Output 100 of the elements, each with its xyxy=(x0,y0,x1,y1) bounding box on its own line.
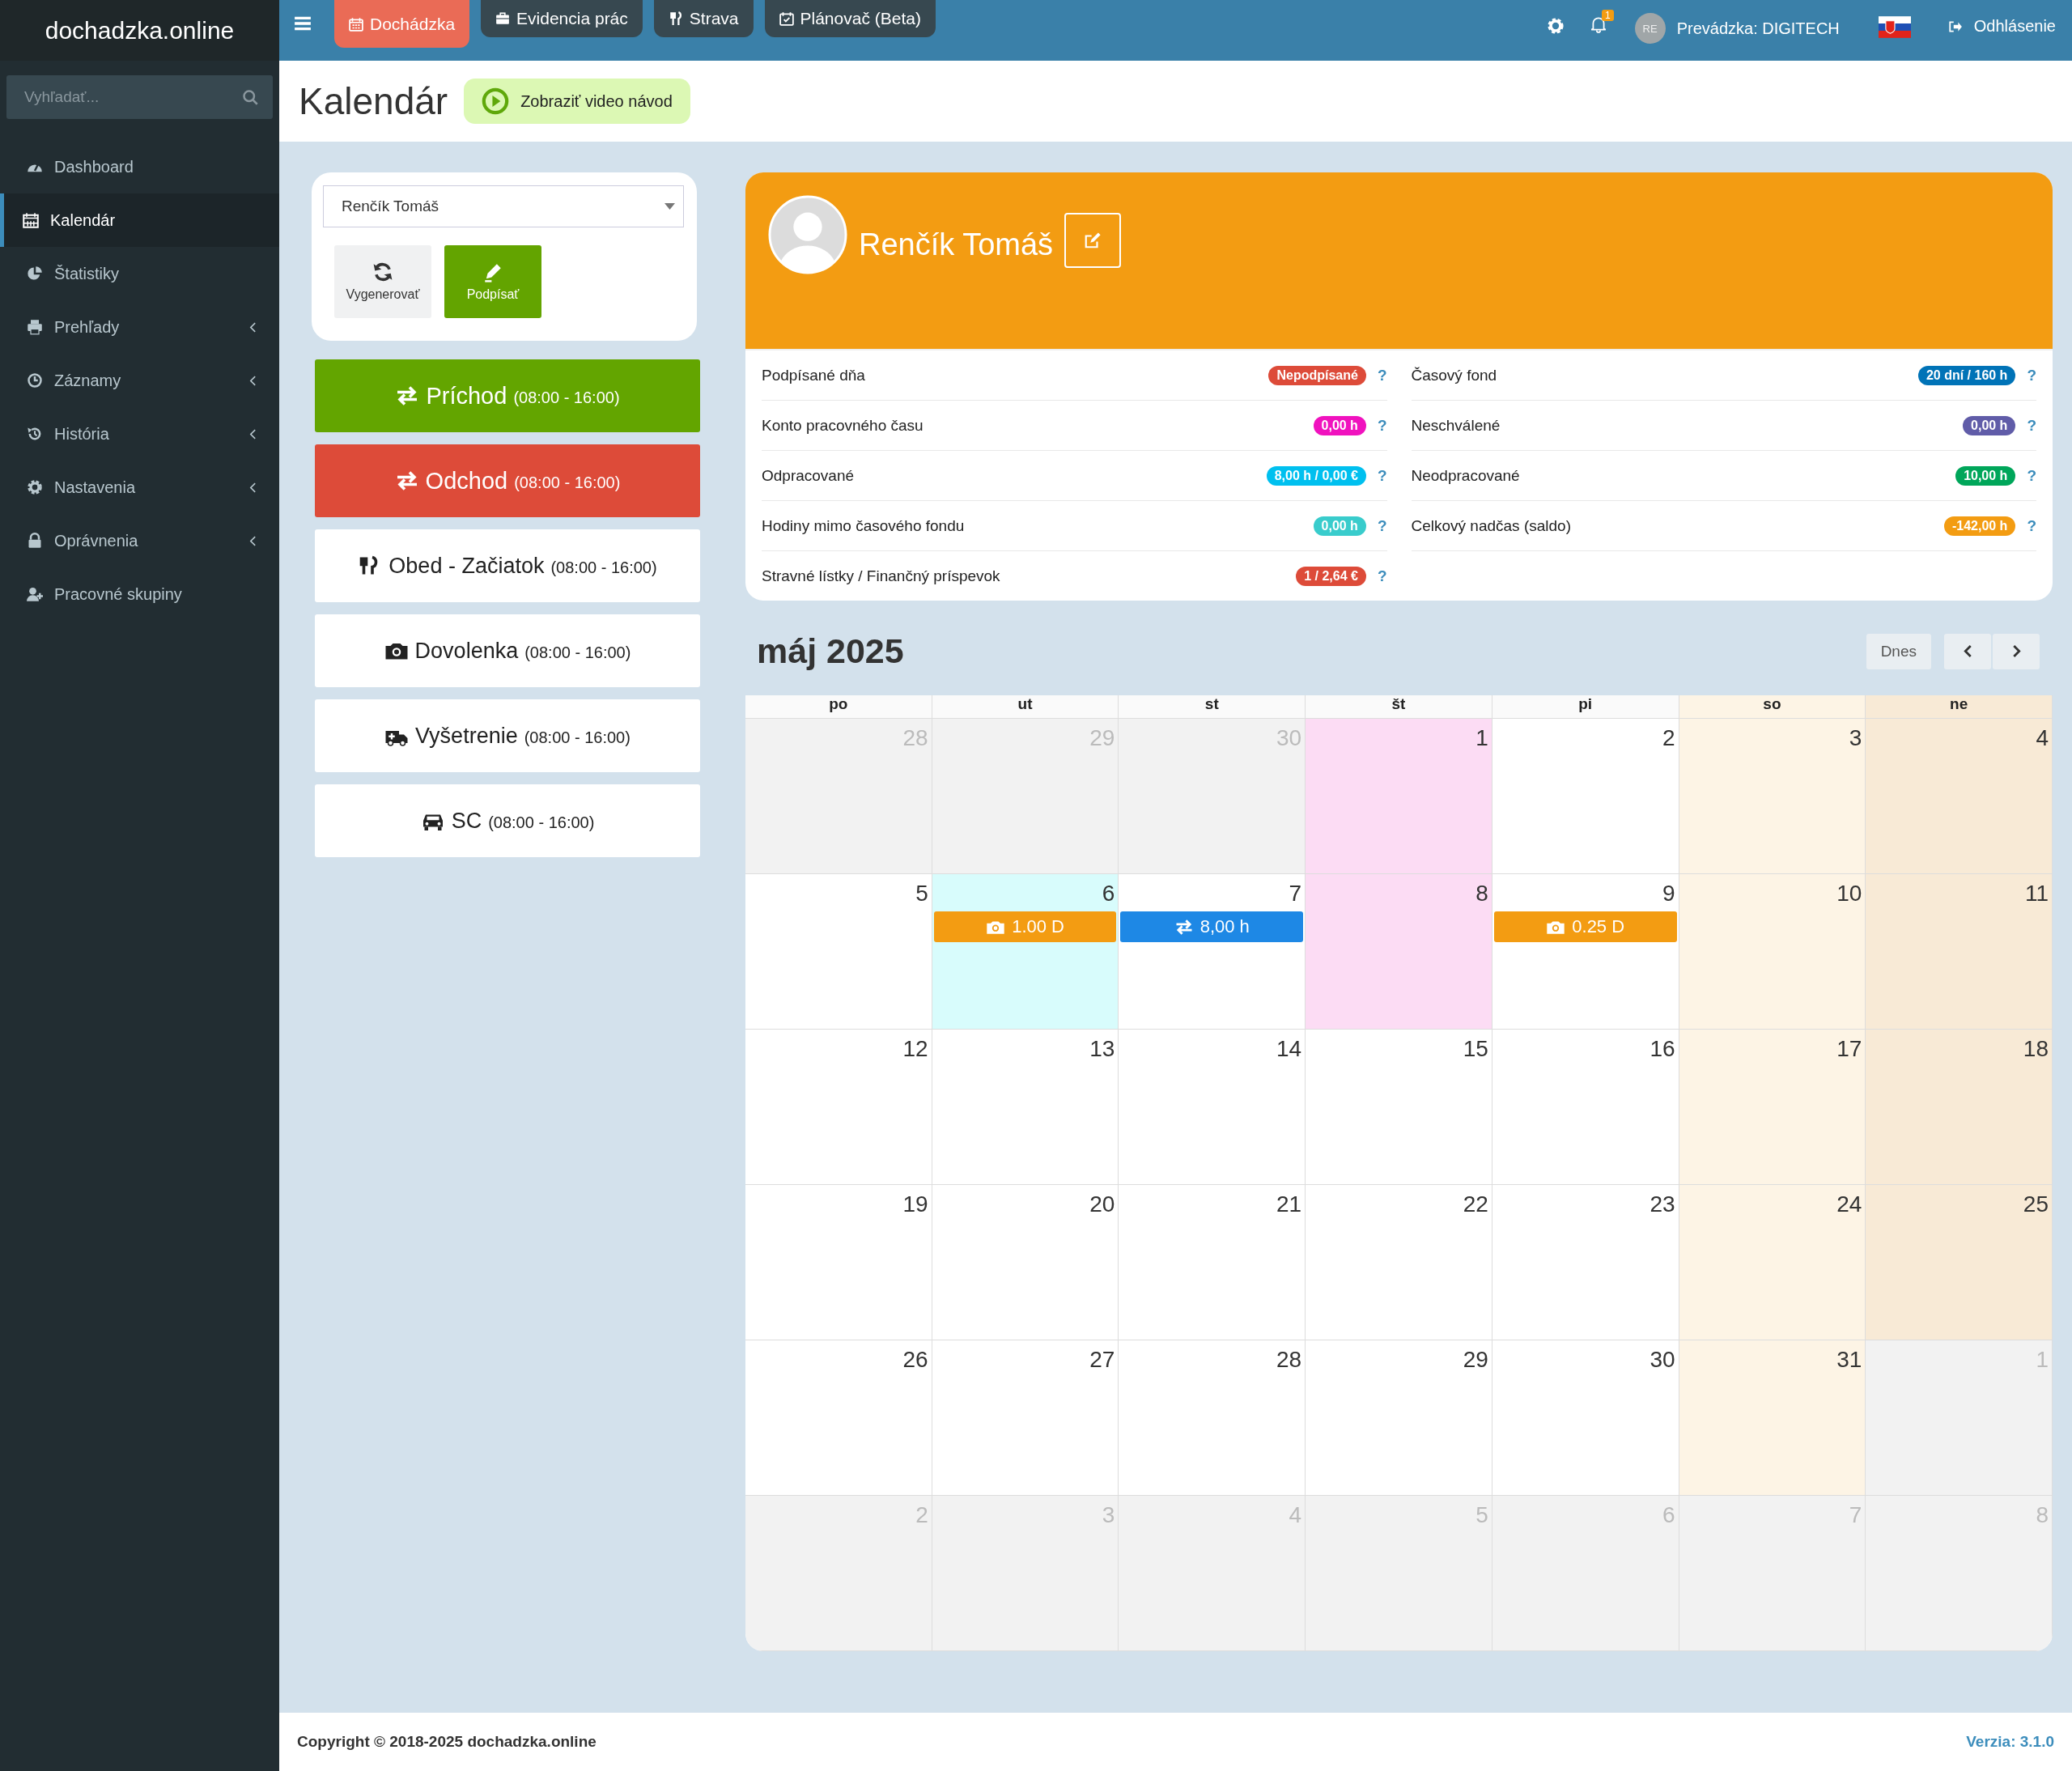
day-cell[interactable]: 30 xyxy=(1492,1340,1679,1496)
day-cell[interactable]: 22 xyxy=(1306,1185,1492,1340)
help-link[interactable]: ? xyxy=(2027,516,2036,535)
day-cell[interactable]: 8 xyxy=(1306,874,1492,1030)
day-cell[interactable]: 19 xyxy=(745,1185,932,1340)
day-cell[interactable]: 21 xyxy=(1119,1185,1306,1340)
caret-down-icon xyxy=(664,203,675,210)
day-number: 16 xyxy=(1650,1036,1676,1062)
workplace-label[interactable]: Prevádzka: DIGITECH xyxy=(1676,19,1840,38)
day-cell[interactable]: 2 xyxy=(1492,719,1679,874)
employee-select[interactable]: Renčík Tomáš xyxy=(323,185,684,227)
day-cell[interactable]: 12 xyxy=(745,1030,932,1185)
day-number: 3 xyxy=(1849,725,1863,751)
day-cell[interactable]: 11 xyxy=(1866,874,2053,1030)
logout-button[interactable]: Odhlásenie xyxy=(1942,16,2061,36)
play-icon xyxy=(482,87,510,115)
search-icon[interactable] xyxy=(242,89,258,105)
video-guide-button[interactable]: Zobraziť video návod xyxy=(464,79,690,124)
day-cell[interactable]: 18 xyxy=(1866,1030,2053,1185)
copyright-text: Copyright © 2018-2025 dochadzka.online xyxy=(297,1733,597,1751)
day-number: 25 xyxy=(2023,1191,2049,1217)
help-link[interactable]: ? xyxy=(2027,466,2036,485)
sidebar-item[interactable]: História xyxy=(0,407,279,461)
generate-button[interactable]: Vygenerovať xyxy=(334,245,431,318)
day-number: 8 xyxy=(1475,881,1489,907)
weekday-header: st xyxy=(1119,695,1306,719)
settings-icon xyxy=(27,479,43,495)
day-number: 24 xyxy=(1836,1191,1863,1217)
help-link[interactable]: ? xyxy=(1377,366,1387,384)
stat-badge: 10,00 h xyxy=(1955,465,2016,486)
previous-month-button[interactable] xyxy=(1944,633,1991,669)
day-cell[interactable]: 24 xyxy=(1679,1185,1866,1340)
stat-badge: 0,00 h xyxy=(1313,415,1366,435)
help-link[interactable]: ? xyxy=(1377,567,1387,585)
day-cell[interactable]: 27 xyxy=(932,1340,1119,1496)
attendance-action-button[interactable]: Vyšetrenie (08:00 - 16:00) xyxy=(315,699,700,772)
stat-label: Neschválené xyxy=(1411,416,1501,435)
calendar-event[interactable]: 8,00 h xyxy=(1120,911,1304,942)
sidebar-item[interactable]: Kalendár xyxy=(0,193,279,247)
utensils-icon xyxy=(668,11,683,26)
weekday-header: ut xyxy=(932,695,1119,719)
day-number: 7 xyxy=(1289,881,1303,907)
attendance-action-button[interactable]: Obed - Začiatok (08:00 - 16:00) xyxy=(315,529,700,602)
day-cell[interactable]: 5 xyxy=(745,874,932,1030)
day-cell[interactable]: 23 xyxy=(1492,1185,1679,1340)
nav-tab[interactable]: Plánovač (Beta) xyxy=(764,0,936,37)
day-cell[interactable]: 28 xyxy=(1119,1340,1306,1496)
nav-tab[interactable]: Strava xyxy=(653,0,754,37)
sidebar-item[interactable]: Nastavenia xyxy=(0,461,279,514)
day-cell[interactable]: 25 xyxy=(1866,1185,2053,1340)
printer-icon xyxy=(27,319,43,335)
day-cell[interactable]: 20 xyxy=(932,1185,1119,1340)
day-cell[interactable]: 6 1.00 D xyxy=(932,874,1119,1030)
help-link[interactable]: ? xyxy=(1377,416,1387,435)
day-cell[interactable]: 26 xyxy=(745,1340,932,1496)
sidebar-item[interactable]: Pracovné skupiny xyxy=(0,567,279,621)
sidebar-item[interactable]: Dashboard xyxy=(0,140,279,193)
sidebar-item[interactable]: Štatistiky xyxy=(0,247,279,300)
stat-label: Podpísané dňa xyxy=(762,366,866,384)
sidebar-item[interactable]: Záznamy xyxy=(0,354,279,407)
day-cell[interactable]: 14 xyxy=(1119,1030,1306,1185)
day-cell[interactable]: 15 xyxy=(1306,1030,1492,1185)
attendance-action-button[interactable]: Dovolenka (08:00 - 16:00) xyxy=(315,614,700,687)
day-cell[interactable]: 4 xyxy=(1866,719,2053,874)
flag-icon[interactable] xyxy=(1878,16,1911,38)
help-link[interactable]: ? xyxy=(1377,466,1387,485)
day-number: 9 xyxy=(1662,881,1676,907)
clock-icon xyxy=(27,372,43,389)
attendance-action-button[interactable]: Odchod (08:00 - 16:00) xyxy=(315,444,700,517)
day-cell[interactable]: 17 xyxy=(1679,1030,1866,1185)
day-cell[interactable]: 10 xyxy=(1679,874,1866,1030)
day-cell[interactable]: 31 xyxy=(1679,1340,1866,1496)
day-number: 11 xyxy=(2024,881,2049,907)
help-link[interactable]: ? xyxy=(2027,416,2036,435)
day-cell[interactable]: 16 xyxy=(1492,1030,1679,1185)
nav-tab[interactable]: Evidencia prác xyxy=(481,0,643,37)
day-cell[interactable]: 3 xyxy=(1679,719,1866,874)
sidebar-item[interactable]: Oprávnenia xyxy=(0,514,279,567)
logout-icon xyxy=(1947,19,1963,34)
camera-icon xyxy=(986,919,1006,935)
history-icon xyxy=(27,426,43,442)
lock-icon xyxy=(27,533,43,549)
today-button[interactable]: Dnes xyxy=(1866,633,1931,669)
day-cell[interactable]: 1 xyxy=(1306,719,1492,874)
day-cell[interactable]: 13 xyxy=(932,1030,1119,1185)
stat-badge: Nepodpísané xyxy=(1268,365,1366,385)
refresh-icon xyxy=(372,261,393,282)
help-link[interactable]: ? xyxy=(2027,366,2036,384)
search-field[interactable]: Vyhľadať... xyxy=(6,75,273,119)
weekday-header: št xyxy=(1306,695,1492,719)
attendance-action-button[interactable]: SC (08:00 - 16:00) xyxy=(315,784,700,857)
day-number: 1 xyxy=(1475,725,1489,751)
day-cell[interactable]: 7 8,00 h xyxy=(1119,874,1306,1030)
sidebar-item[interactable]: Prehľady xyxy=(0,300,279,354)
edit-button[interactable] xyxy=(1064,213,1122,268)
help-link[interactable]: ? xyxy=(1377,516,1387,535)
brand-logo[interactable]: dochadzka.online xyxy=(0,0,279,61)
menu-icon[interactable] xyxy=(294,16,312,31)
day-cell[interactable]: 9 0.25 D xyxy=(1492,874,1679,1030)
day-cell[interactable]: 29 xyxy=(1306,1340,1492,1496)
